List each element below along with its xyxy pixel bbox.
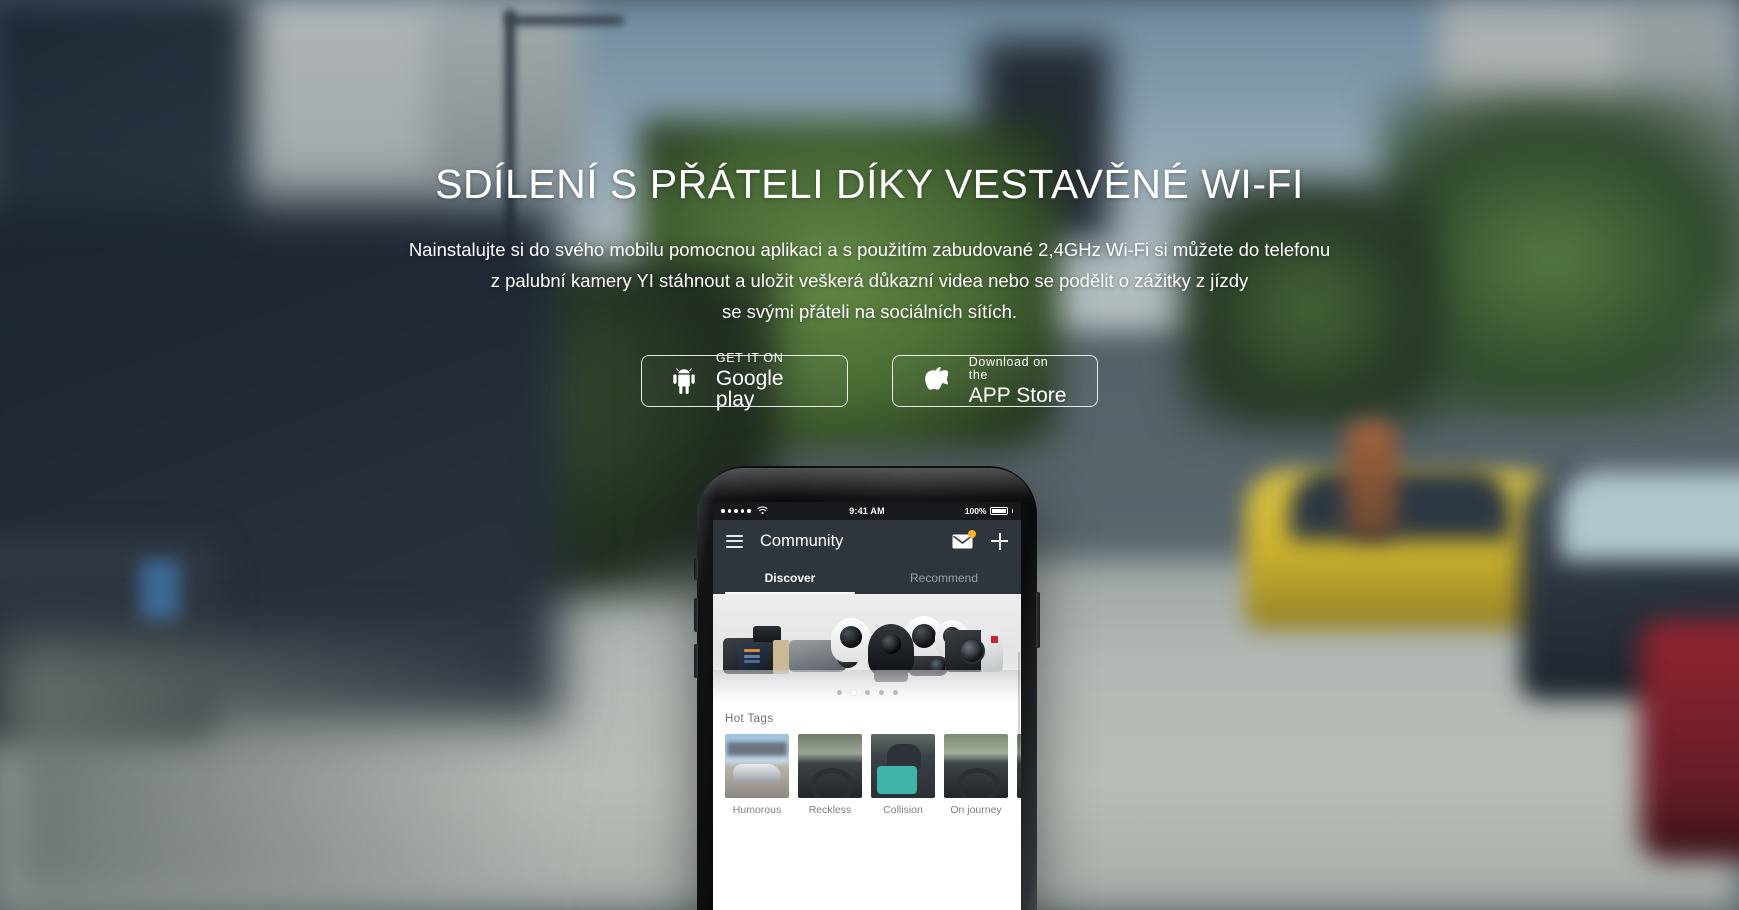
white-dome-camera-1 bbox=[831, 618, 871, 662]
screen-scrollbar[interactable] bbox=[1018, 652, 1020, 772]
phone-mockup: 9:41 AM 100% Community Discover Recommen… bbox=[694, 466, 1040, 910]
airbag-collision-thumb bbox=[871, 734, 935, 798]
list-item[interactable]: Collision bbox=[871, 734, 935, 816]
tab-discover[interactable]: Discover bbox=[713, 562, 867, 594]
google-play-button-text: GET IT ON Google play bbox=[716, 352, 821, 411]
hot-tags-list[interactable]: Humorous Reckless Collision On journey bbox=[713, 725, 1021, 816]
tab-recommend[interactable]: Recommend bbox=[867, 562, 1021, 594]
google-play-button[interactable]: GET IT ON Google play bbox=[641, 352, 848, 410]
app-store-button-text: Download on the APP Store bbox=[969, 356, 1071, 406]
hero-section: SDÍLENÍ S PŘÁTELI DÍKY VESTAVĚNÉ WI-FI N… bbox=[0, 0, 1739, 410]
hero-description-line-1: Nainstalujte si do svého mobilu pomocnou… bbox=[408, 239, 1331, 260]
google-play-small-label: GET IT ON bbox=[715, 350, 784, 365]
carousel-dot-2[interactable] bbox=[850, 690, 856, 695]
hot-tags-section: Hot Tags Humorous Reckless Collision On … bbox=[713, 702, 1021, 816]
tag-label: On journey bbox=[950, 804, 1002, 816]
hot-tags-title: Hot Tags bbox=[725, 713, 774, 725]
dashcam-screen bbox=[739, 644, 767, 670]
status-bar: 9:41 AM 100% bbox=[713, 502, 1021, 520]
carousel-dot-3[interactable] bbox=[864, 690, 870, 695]
volume-up-button[interactable] bbox=[694, 598, 698, 632]
list-item[interactable]: On journey bbox=[944, 734, 1008, 816]
product-reflection bbox=[713, 670, 1021, 702]
google-play-big-label: Google play bbox=[715, 367, 784, 412]
tag-label: Reckless bbox=[808, 804, 852, 816]
hero-description-line-2: z palubní kamery YI stáhnout a uložit ve… bbox=[490, 270, 1249, 291]
phone-screen: 9:41 AM 100% Community Discover Recommen… bbox=[713, 502, 1021, 910]
hero-description: Nainstalujte si do svého mobilu pomocnou… bbox=[0, 234, 1739, 327]
carousel-dot-5[interactable] bbox=[892, 690, 898, 695]
android-robot-icon bbox=[668, 362, 700, 400]
app-bar-actions bbox=[952, 529, 1008, 550]
app-store-small-label: Download on the bbox=[968, 355, 1049, 382]
list-item[interactable]: Reckless bbox=[798, 734, 862, 816]
battery-cap bbox=[1011, 509, 1013, 513]
app-title: Community bbox=[760, 531, 844, 550]
volume-down-button[interactable] bbox=[694, 644, 698, 678]
battery-percent-label: 100% bbox=[964, 506, 987, 516]
app-tabs: Discover Recommend bbox=[713, 562, 1021, 594]
product-carousel[interactable] bbox=[713, 594, 1021, 702]
page-title: SDÍLENÍ S PŘÁTELI DÍKY VESTAVĚNÉ WI-FI bbox=[435, 161, 1304, 207]
mail-icon[interactable] bbox=[952, 529, 976, 549]
store-buttons: GET IT ON Google play Download on the AP… bbox=[0, 352, 1739, 410]
mute-switch[interactable] bbox=[694, 558, 698, 580]
tag-label: Humorous bbox=[732, 804, 782, 816]
sports-car-thumb bbox=[725, 734, 789, 798]
battery-status: 100% bbox=[965, 506, 1013, 516]
beige-accessory bbox=[773, 640, 789, 674]
hero-description-line-3: se svými přáteli na sociálních sítích. bbox=[721, 301, 1018, 322]
plus-icon[interactable] bbox=[991, 532, 1008, 550]
tag-label: Collision bbox=[883, 804, 923, 816]
mail-unread-badge bbox=[968, 529, 976, 538]
black-dome-camera bbox=[868, 624, 914, 682]
list-item[interactable]: Humorous bbox=[725, 734, 789, 816]
app-store-button[interactable]: Download on the APP Store bbox=[892, 355, 1098, 407]
driving-road-thumb bbox=[944, 734, 1008, 798]
carousel-dot-1[interactable] bbox=[836, 690, 842, 695]
apple-logo-icon bbox=[919, 362, 953, 400]
hamburger-menu-icon[interactable] bbox=[726, 534, 743, 548]
mirrorless-camera-product bbox=[945, 630, 1003, 672]
carousel-dots[interactable] bbox=[713, 690, 1021, 695]
steering-wheel-phone-thumb bbox=[798, 734, 862, 798]
carousel-dot-4[interactable] bbox=[878, 690, 884, 695]
app-navigation-bar: Community bbox=[713, 520, 1021, 562]
app-store-big-label: APP Store bbox=[968, 384, 1067, 407]
power-button[interactable] bbox=[1036, 592, 1040, 648]
battery-full-icon bbox=[989, 507, 1008, 515]
